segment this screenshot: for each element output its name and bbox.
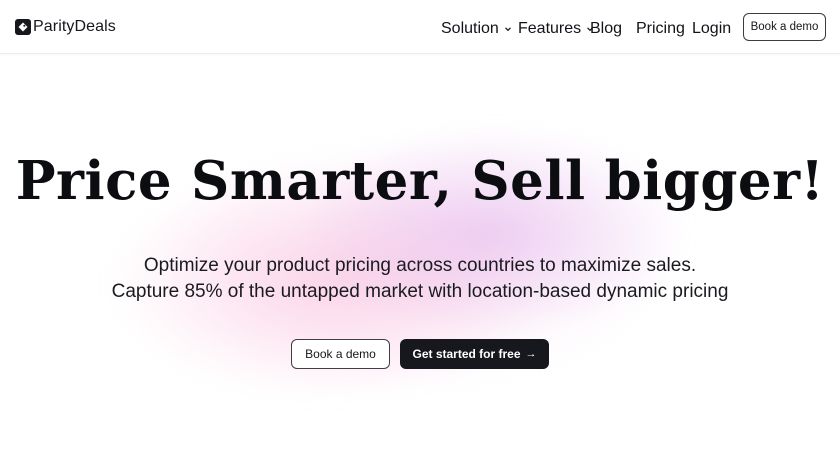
nav-blog-link[interactable]: Blog [590,20,622,38]
nav-blog-label: Blog [590,20,623,37]
get-started-button[interactable]: Get started for free → [400,339,549,369]
nav-features-label: Features [518,20,582,37]
nav-pricing-label: Pricing [636,20,685,37]
hero-subtitle-line-1: Optimize your product pricing across cou… [143,255,697,276]
top-navigation-bar: ParityDeals Solution Features Blog Prici… [0,0,840,54]
hero-subtitle-line-2: Capture 85% of the untapped market with … [111,281,729,302]
chevron-down-icon [504,27,511,32]
nav-login-link[interactable]: Login [692,20,731,38]
header-book-demo-button[interactable]: Book a demo [743,13,826,41]
nav-pricing-link[interactable]: Pricing [636,20,685,38]
nav-login-label: Login [692,20,732,37]
hero-book-demo-button[interactable]: Book a demo [291,339,390,369]
nav-solution-label: Solution [441,20,499,37]
get-started-label: Get started for free [412,347,521,361]
brand-name: ParityDeals [33,18,116,35]
header-book-demo-label: Book a demo [750,21,819,33]
brand-logo[interactable]: ParityDeals [15,18,116,36]
nav-solution-dropdown[interactable]: Solution [441,20,512,38]
hero-title: Price Smarter, Sell bigger! [15,150,825,212]
paritydeals-logo-icon [15,19,31,35]
arrow-right-icon: → [525,348,537,360]
nav-features-dropdown[interactable]: Features [518,20,594,38]
hero-book-demo-label: Book a demo [305,347,376,361]
